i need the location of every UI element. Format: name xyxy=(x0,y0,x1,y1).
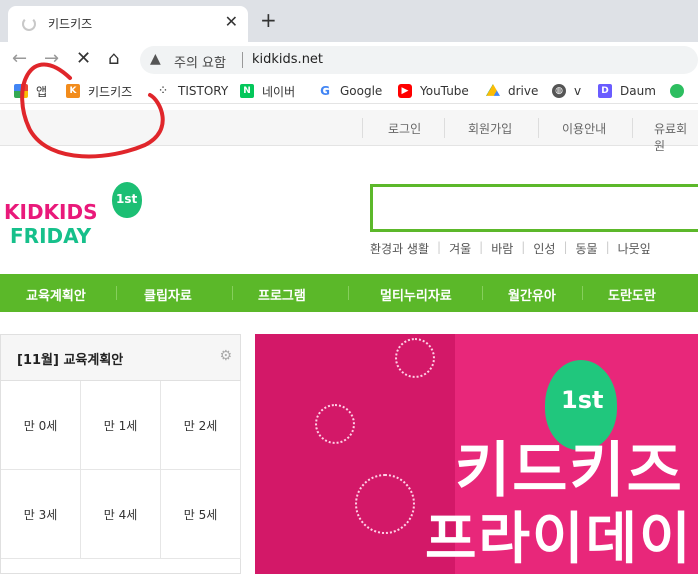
naver-icon: N xyxy=(240,84,254,98)
education-plan-panel: [11월] 교육계획안 ⚙ 만 0세 만 1세 만 2세 만 3세 만 4세 만… xyxy=(0,334,241,574)
daum-icon: D xyxy=(598,84,612,98)
evernote-icon xyxy=(670,84,684,98)
age-cell[interactable]: 만 2세 xyxy=(161,381,241,470)
nav-divider xyxy=(444,118,445,138)
menu-multi-nuri[interactable]: 멀티누리자료 xyxy=(380,285,452,304)
kidkids-favicon: K xyxy=(66,84,80,98)
bookmark-kidkids[interactable]: K 키드키즈 xyxy=(66,82,132,100)
menu-divider xyxy=(482,286,483,300)
firework-decoration xyxy=(315,404,355,444)
age-cell[interactable]: 만 0세 xyxy=(1,381,81,470)
tistory-icon: ⁘ xyxy=(159,86,167,96)
browser-toolbar: ← → ✕ ⌂ ▲ 주의 요함 kidkids.net xyxy=(0,42,698,78)
security-warning-label: 주의 요함 xyxy=(174,56,226,71)
gear-icon[interactable]: ⚙ xyxy=(219,348,232,364)
omnibox-divider xyxy=(242,52,243,68)
panel-header: [11월] 교육계획안 ⚙ xyxy=(1,335,240,381)
youtube-icon: ▶ xyxy=(398,84,412,98)
warning-triangle-icon[interactable]: ▲ xyxy=(150,51,161,67)
apps-grid-icon xyxy=(14,84,28,98)
banner-badge: 1st xyxy=(561,386,604,414)
loading-spinner-icon xyxy=(22,17,36,31)
age-cell[interactable]: 만 5세 xyxy=(161,470,241,559)
logo-badge: 1st xyxy=(116,192,138,206)
menu-divider xyxy=(232,286,233,300)
keyword-link[interactable]: 인성 xyxy=(533,240,555,257)
keyword-link[interactable]: 바람 xyxy=(491,240,513,257)
logo-line1: KIDKIDS xyxy=(4,200,98,224)
stop-loading-icon[interactable]: ✕ xyxy=(76,48,91,69)
browser-tab-strip: 키드키즈 ✕ + xyxy=(0,0,698,42)
bookmark-drive[interactable]: drive xyxy=(486,82,538,100)
main-menu: 교육계획안 클립자료 프로그램 멀티누리자료 월간유아 도란도란 xyxy=(0,274,698,312)
bookmark-label: v xyxy=(574,84,582,98)
bookmark-label: YouTube xyxy=(420,84,469,98)
bookmark-v[interactable]: ◍ v xyxy=(552,82,581,100)
keyword-link[interactable]: 동물 xyxy=(575,240,597,257)
bookmark-label: 앱 xyxy=(36,84,48,99)
keyword-link[interactable]: 나뭇잎 xyxy=(618,240,651,257)
logo-line2: FRIDAY xyxy=(10,224,92,248)
bookmark-label: 키드키즈 xyxy=(88,84,133,99)
google-icon: G xyxy=(320,84,330,98)
menu-monthly-kids[interactable]: 월간유아 xyxy=(508,285,556,304)
keyword-link[interactable]: 환경과 생활 xyxy=(370,240,429,257)
bookmark-label: Daum xyxy=(620,84,656,98)
menu-clip-materials[interactable]: 클립자료 xyxy=(144,285,192,304)
firework-decoration xyxy=(355,474,415,534)
firework-decoration xyxy=(395,338,435,378)
banner-subheadline: 프라이데이 xyxy=(425,507,693,572)
bookmark-label: 네이버 xyxy=(262,84,296,99)
bookmark-youtube[interactable]: ▶ YouTube xyxy=(398,82,469,100)
nav-divider xyxy=(538,118,539,138)
tab-title: 키드키즈 xyxy=(48,17,93,31)
bookmark-daum[interactable]: D Daum xyxy=(598,82,656,100)
bookmark-label: drive xyxy=(508,84,539,98)
drive-icon xyxy=(486,84,500,96)
nav-divider xyxy=(362,118,363,138)
menu-divider xyxy=(582,286,583,300)
nav-divider xyxy=(632,118,633,138)
bookmark-label: Google xyxy=(340,84,383,98)
bookmark-apps[interactable]: 앱 xyxy=(14,82,47,100)
age-cell[interactable]: 만 3세 xyxy=(1,470,81,559)
menu-divider xyxy=(348,286,349,300)
home-icon[interactable]: ⌂ xyxy=(108,48,119,69)
bookmark-naver[interactable]: N 네이버 xyxy=(240,82,295,100)
paid-member-link[interactable]: 유료회원 xyxy=(654,120,698,154)
guide-link[interactable]: 이용안내 xyxy=(562,120,606,137)
globe-icon: ◍ xyxy=(552,84,566,98)
url-text[interactable]: kidkids.net xyxy=(252,52,323,67)
signup-link[interactable]: 회원가입 xyxy=(468,120,512,137)
search-input[interactable] xyxy=(370,184,698,232)
close-tab-icon[interactable]: ✕ xyxy=(225,12,238,31)
menu-education-plan[interactable]: 교육계획안 xyxy=(26,285,86,304)
age-cell[interactable]: 만 1세 xyxy=(81,381,161,470)
bookmark-tistory[interactable]: ⁘ TISTORY xyxy=(156,82,228,100)
bookmark-google[interactable]: G Google xyxy=(318,82,382,100)
back-arrow-icon[interactable]: ← xyxy=(12,48,27,69)
menu-program[interactable]: 프로그램 xyxy=(258,285,306,304)
bookmark-label: TISTORY xyxy=(178,84,229,98)
new-tab-button[interactable]: + xyxy=(260,10,277,30)
forward-arrow-icon[interactable]: → xyxy=(44,48,59,69)
site-logo[interactable]: KIDKIDS FRIDAY 1st xyxy=(0,180,160,260)
panel-title[interactable]: [11월] 교육계획안 xyxy=(17,349,123,368)
keyword-link[interactable]: 겨울 xyxy=(449,240,471,257)
age-cell[interactable]: 만 4세 xyxy=(81,470,161,559)
site-top-nav: 로그인 회원가입 이용안내 유료회원 xyxy=(0,110,698,153)
browser-tab[interactable]: 키드키즈 ✕ xyxy=(8,6,248,42)
bookmark-evernote[interactable] xyxy=(670,82,692,100)
bookmarks-bar: 앱 K 키드키즈 ⁘ TISTORY N 네이버 G Google ▶ YouT… xyxy=(0,78,698,104)
promo-banner[interactable]: 1st 키드키즈 프라이데이 xyxy=(255,334,698,574)
menu-doran[interactable]: 도란도란 xyxy=(608,285,656,304)
popular-keywords: 환경과 생활 | 겨울 | 바람 | 인성 | 동물 | 나뭇잎 xyxy=(370,240,651,257)
address-bar[interactable]: ▲ 주의 요함 kidkids.net xyxy=(140,46,698,74)
menu-divider xyxy=(116,286,117,300)
login-link[interactable]: 로그인 xyxy=(388,120,421,137)
